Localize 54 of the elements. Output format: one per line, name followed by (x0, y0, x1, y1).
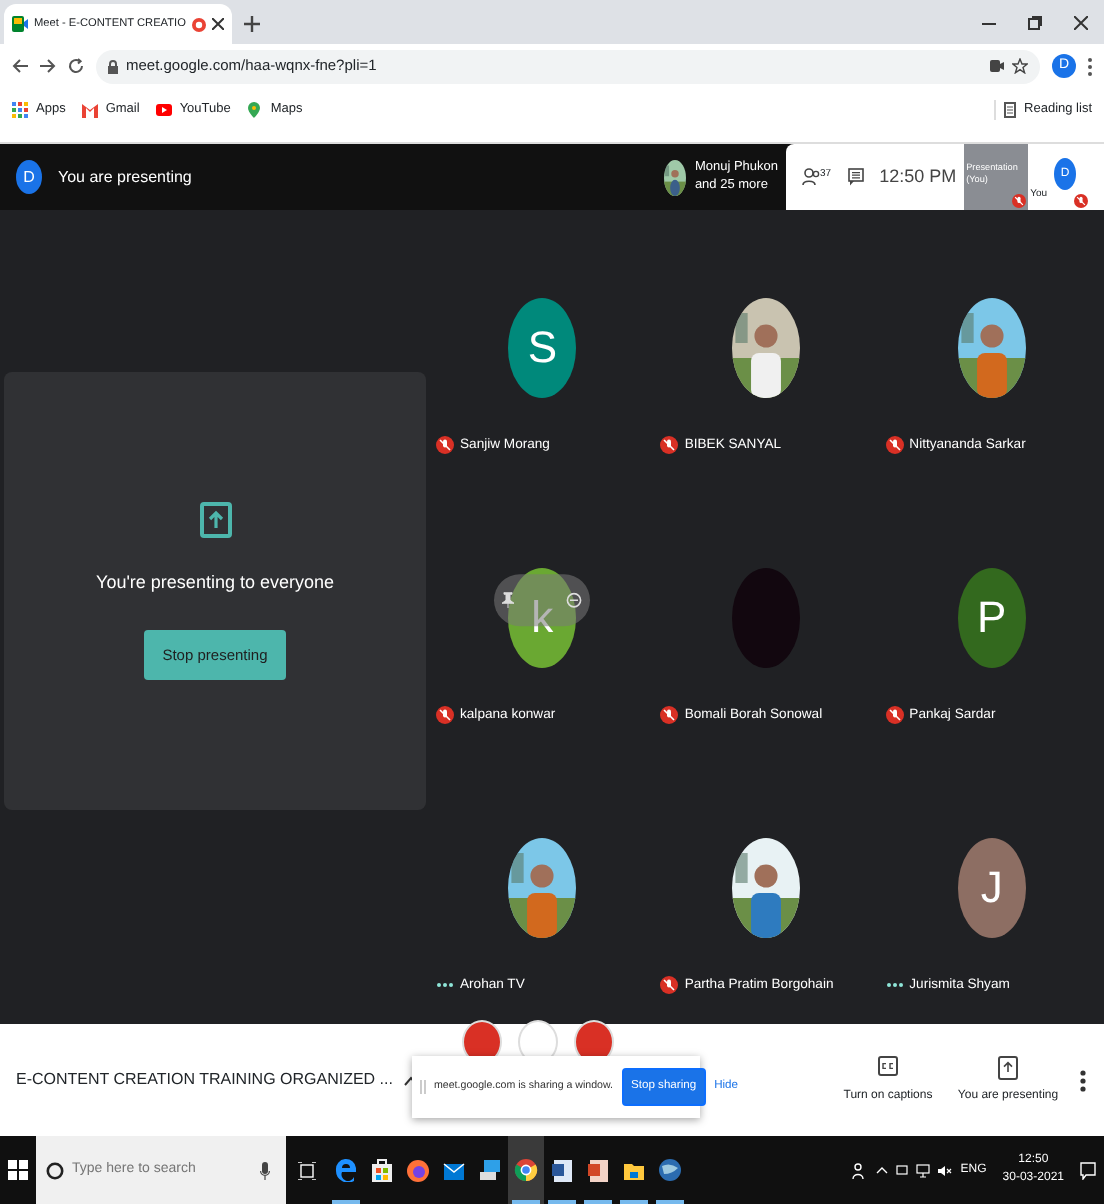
more-icon[interactable] (1080, 1069, 1086, 1091)
volume-muted-icon[interactable] (938, 1163, 953, 1177)
map-pin-icon (246, 101, 263, 118)
avatar-circle: P (957, 567, 1026, 667)
cortana-icon (46, 1161, 64, 1179)
presenting-message: You're presenting to everyone (96, 570, 334, 597)
chat-icon[interactable] (847, 168, 864, 186)
microphone-icon (260, 1161, 270, 1179)
shopping-bag-icon (370, 1158, 394, 1182)
new-tab-icon[interactable] (243, 16, 260, 32)
edge-browser-icon (334, 1158, 358, 1182)
folder-icon (622, 1158, 646, 1182)
network-icon[interactable] (916, 1163, 931, 1177)
back-icon[interactable] (12, 58, 28, 74)
meeting-title: E-CONTENT CREATION TRAINING ORGANIZED ... (16, 1068, 393, 1092)
present-screen-icon (199, 502, 231, 539)
avatar-circle: k (508, 567, 577, 667)
mail-icon (442, 1158, 466, 1182)
present-screen-icon (998, 1055, 1018, 1079)
taskbar-app[interactable] (508, 1136, 544, 1204)
star-icon[interactable] (1012, 58, 1028, 74)
apps-grid-icon (12, 101, 28, 118)
video-play-icon (155, 101, 172, 118)
people-icon[interactable] (852, 1161, 869, 1179)
chrome-browser-icon (514, 1158, 538, 1182)
presenting-status: You are presenting (58, 165, 192, 189)
windows-start-icon[interactable] (8, 1160, 28, 1180)
restore-icon[interactable] (1028, 15, 1042, 29)
forward-icon[interactable] (40, 58, 56, 74)
captions-icon (878, 1055, 898, 1079)
remove-icon[interactable] (566, 591, 583, 608)
close-icon[interactable] (211, 18, 224, 30)
task-view-icon[interactable] (298, 1161, 316, 1179)
reload-icon[interactable] (68, 58, 84, 74)
close-icon[interactable] (1074, 15, 1088, 29)
meet-logo-icon (12, 16, 28, 32)
lock-icon (108, 59, 118, 73)
battery-icon[interactable] (896, 1164, 909, 1176)
people-icon (802, 168, 820, 186)
reading-list-icon (1004, 101, 1017, 118)
computer-icon (478, 1158, 502, 1182)
notifications-icon[interactable] (1080, 1161, 1096, 1179)
document-icon (550, 1158, 574, 1182)
mail-icon (81, 101, 98, 118)
slides-icon (586, 1158, 610, 1182)
camera-indicator-icon[interactable] (990, 60, 1004, 72)
avatar-circle: S (508, 297, 577, 397)
avatar-circle: J (957, 837, 1026, 937)
firefox-browser-icon (406, 1158, 430, 1182)
pin-icon[interactable] (502, 591, 515, 608)
globe-icon (658, 1158, 682, 1182)
drag-handle-icon[interactable] (420, 1080, 426, 1094)
user-avatar: D (16, 160, 42, 194)
meeting-time: 12:50 PM (879, 163, 957, 190)
